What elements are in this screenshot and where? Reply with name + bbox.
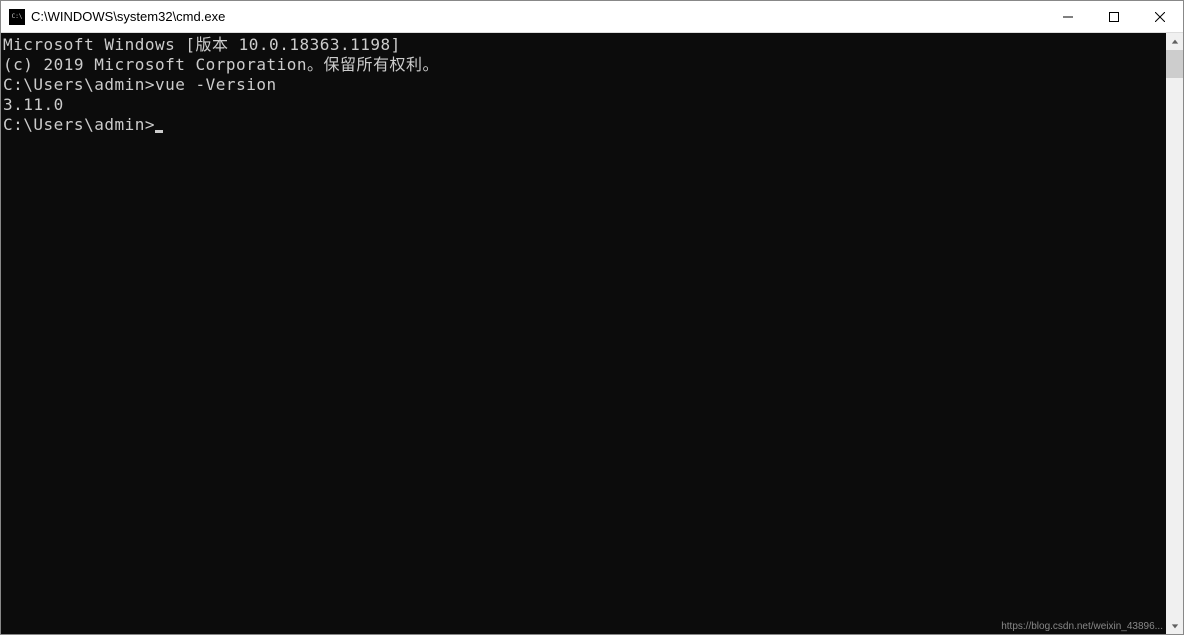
- console-line: Microsoft Windows [版本 10.0.18363.1198]: [3, 35, 1166, 55]
- console-line: C:\Users\admin>: [3, 115, 1166, 135]
- console-line: (c) 2019 Microsoft Corporation。保留所有权利。: [3, 55, 1166, 75]
- prompt: C:\Users\admin>: [3, 75, 155, 94]
- cursor-icon: [155, 130, 163, 133]
- window-title: C:\WINDOWS\system32\cmd.exe: [31, 9, 1045, 24]
- scroll-track[interactable]: [1166, 50, 1183, 617]
- maximize-button[interactable]: [1091, 1, 1137, 32]
- cmd-window: C:\WINDOWS\system32\cmd.exe Microsoft Wi…: [0, 0, 1184, 635]
- minimize-button[interactable]: [1045, 1, 1091, 32]
- console-line: 3.11.0: [3, 95, 1166, 115]
- close-button[interactable]: [1137, 1, 1183, 32]
- scroll-up-button[interactable]: [1166, 33, 1183, 50]
- prompt: C:\Users\admin>: [3, 115, 155, 134]
- console-line: C:\Users\admin>vue -Version: [3, 75, 1166, 95]
- titlebar[interactable]: C:\WINDOWS\system32\cmd.exe: [1, 1, 1183, 33]
- console-output[interactable]: Microsoft Windows [版本 10.0.18363.1198](c…: [1, 33, 1166, 634]
- scroll-thumb[interactable]: [1166, 50, 1183, 78]
- app-icon: [9, 9, 25, 25]
- content-area: Microsoft Windows [版本 10.0.18363.1198](c…: [1, 33, 1183, 634]
- command: vue -Version: [155, 75, 277, 94]
- vertical-scrollbar[interactable]: [1166, 33, 1183, 634]
- scroll-down-button[interactable]: [1166, 617, 1183, 634]
- window-controls: [1045, 1, 1183, 32]
